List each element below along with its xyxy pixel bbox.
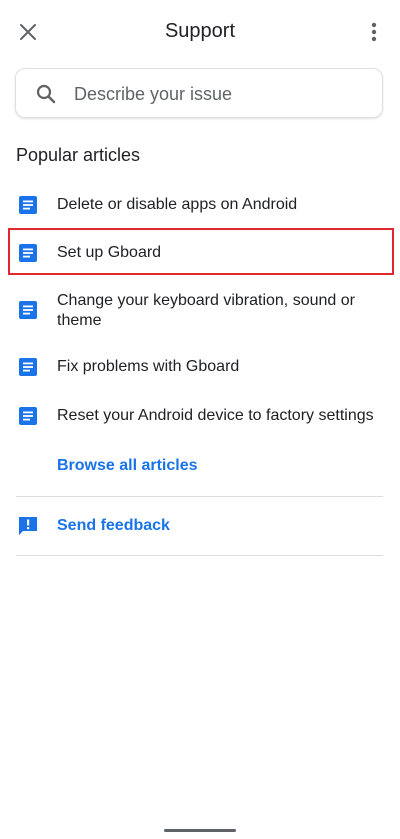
search-icon: [36, 84, 56, 104]
article-item-set-up-gboard[interactable]: Set up Gboard: [0, 243, 400, 263]
send-feedback-link[interactable]: Send feedback: [57, 517, 170, 535]
article-label: Set up Gboard: [57, 244, 162, 261]
article-label: Delete or disable apps on Android: [57, 196, 298, 213]
more-vert-icon: [371, 22, 377, 42]
support-screen: Support Popular articles Delete or disab…: [0, 0, 400, 839]
divider: [16, 555, 383, 556]
article-item-delete-apps[interactable]: Delete or disable apps on Android: [0, 195, 400, 215]
article-icon: [19, 244, 37, 262]
article-item-fix-gboard[interactable]: Fix problems with Gboard: [0, 357, 400, 377]
app-bar: Support: [0, 0, 400, 62]
home-indicator[interactable]: [164, 829, 236, 832]
article-item-keyboard-vibration[interactable]: Change your keyboard vibration, sound or…: [0, 291, 400, 331]
search-input[interactable]: [74, 81, 364, 107]
feedback-icon[interactable]: [17, 515, 39, 537]
popular-articles-heading: Popular articles: [16, 145, 141, 165]
page-title: Support: [164, 20, 236, 42]
search-box[interactable]: [15, 68, 383, 118]
browse-all-articles-link[interactable]: Browse all articles: [57, 457, 198, 475]
article-label: Change your keyboard vibration, sound or…: [57, 292, 355, 329]
article-icon: [19, 301, 37, 319]
article-icon: [19, 196, 37, 214]
article-label: Fix problems with Gboard: [57, 358, 240, 375]
article-label: Reset your Android device to factory set…: [57, 407, 374, 424]
more-options-button[interactable]: [362, 16, 386, 48]
article-icon: [19, 358, 37, 376]
divider: [16, 496, 383, 497]
article-icon: [19, 407, 37, 425]
article-item-factory-reset[interactable]: Reset your Android device to factory set…: [0, 406, 400, 426]
